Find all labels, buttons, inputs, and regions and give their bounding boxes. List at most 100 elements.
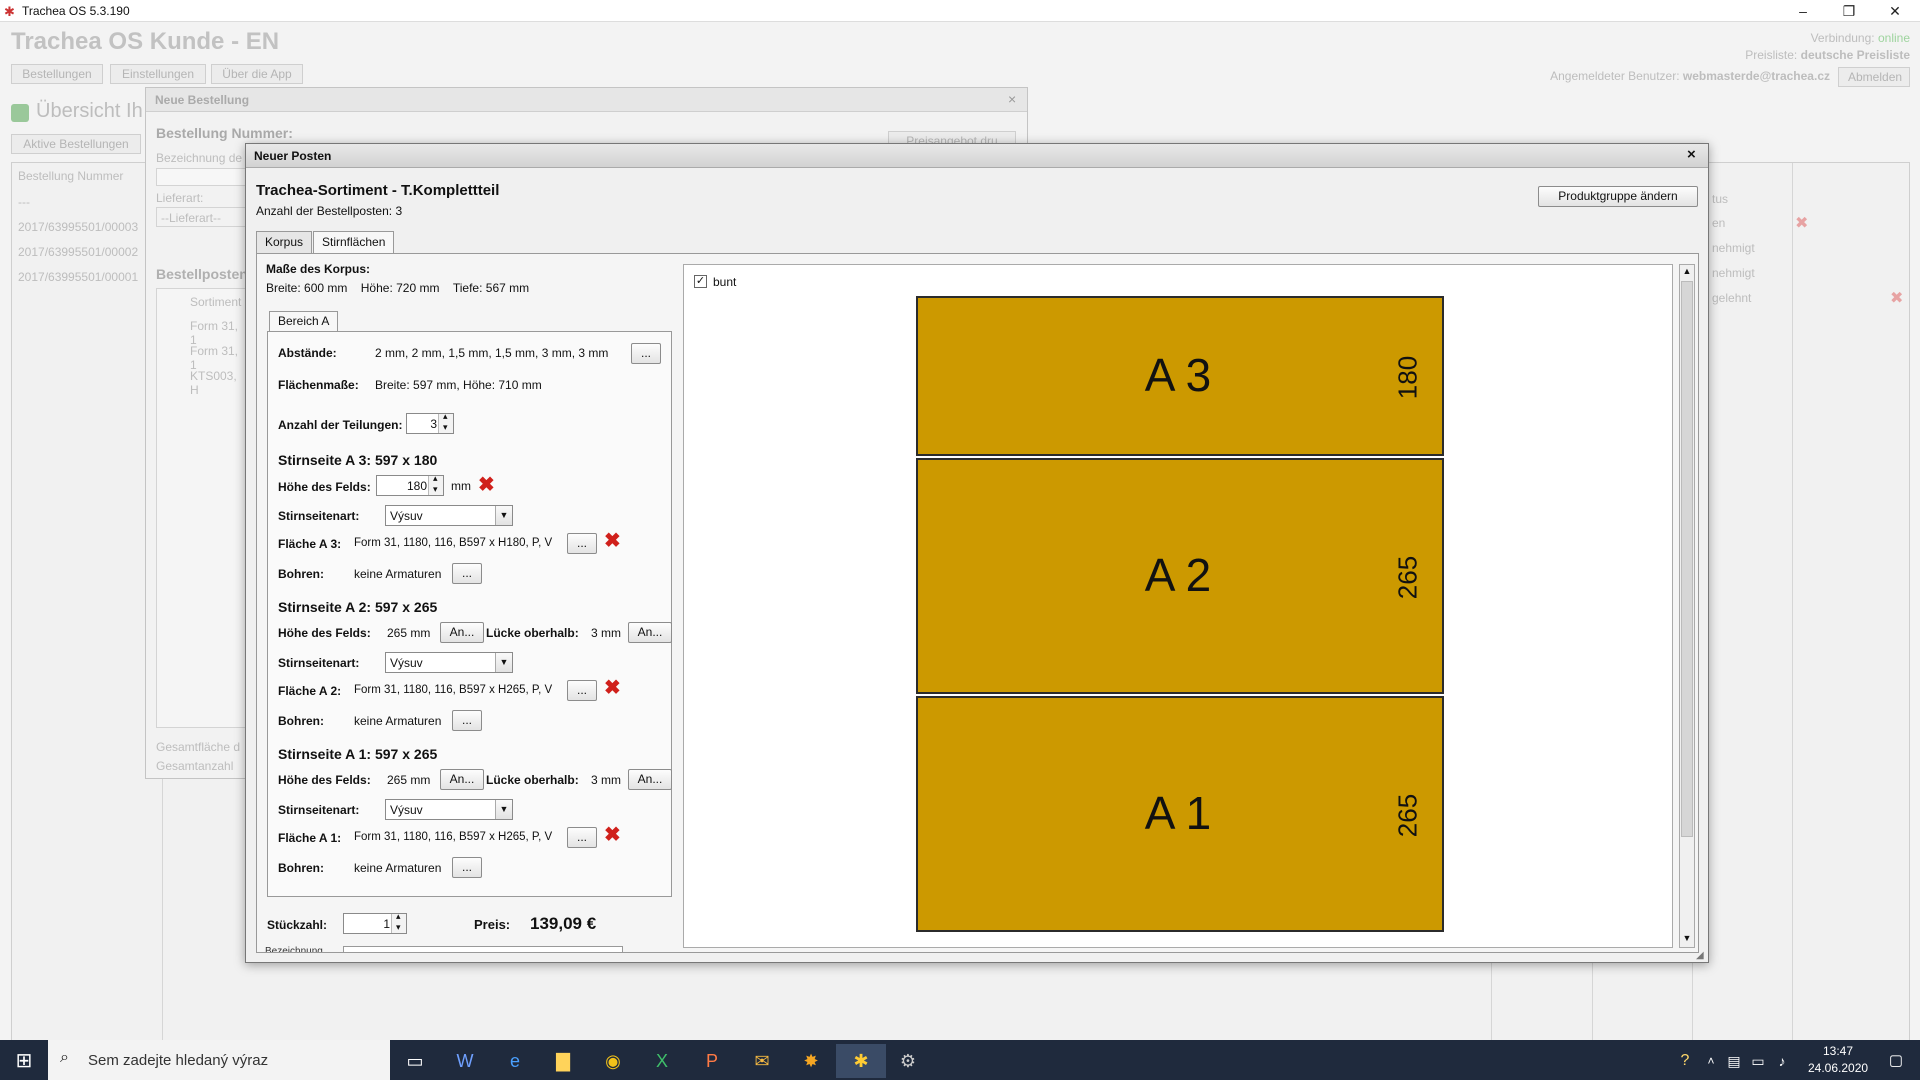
bohren-a3-edit-button[interactable]: ... (452, 563, 482, 584)
hoehe-a1-an-button[interactable]: An... (440, 769, 484, 790)
menu-einstellungen[interactable]: Einstellungen (110, 64, 206, 84)
stirnseitenart-a1-select[interactable]: Výsuv ▼ (385, 799, 513, 820)
flaeche-a3-edit-button[interactable]: ... (567, 533, 597, 554)
table-row[interactable]: Form 31, 1 (190, 319, 245, 347)
delete-icon[interactable]: ✖ (1890, 288, 1903, 308)
flaeche-a2-edit-button[interactable]: ... (567, 680, 597, 701)
remove-icon[interactable]: ✖ (604, 531, 621, 551)
remove-icon[interactable]: ✖ (478, 475, 495, 495)
clock-time[interactable]: 13:47 (1808, 1044, 1868, 1058)
chevron-down-icon[interactable]: ▼ (495, 506, 512, 525)
active-orders-button[interactable]: Aktive Bestellungen (11, 134, 141, 154)
refresh-icon[interactable] (11, 104, 29, 122)
bunt-checkbox[interactable]: ✓ (694, 275, 707, 288)
hoehe-a3-stepper[interactable]: 180 (376, 473, 444, 496)
preview-field-a2[interactable]: A 2 265 (916, 458, 1444, 694)
vertical-scrollbar[interactable]: ▲ ▼ (1679, 264, 1695, 948)
resize-grip-icon[interactable]: ◢ (1696, 950, 1704, 961)
mail-icon[interactable]: ✉ (740, 1044, 784, 1078)
tab-bereich-a[interactable]: Bereich A (269, 311, 339, 332)
bohren-a1-edit-button[interactable]: ... (452, 857, 482, 878)
explorer-icon[interactable]: ▇ (541, 1044, 585, 1078)
minimize-icon[interactable]: – (1780, 0, 1826, 22)
table-row[interactable]: 2017/63995501/00003 (18, 220, 138, 234)
table-row[interactable]: 2017/63995501/00002 (18, 245, 138, 259)
preview-panel: ✓ bunt A 3 180 A 2 265 A 1 265 (683, 264, 1673, 948)
volume-icon[interactable]: ♪ (1770, 1044, 1794, 1078)
tab-stirnflaechen[interactable]: Stirnflächen (313, 231, 395, 253)
chevron-up-icon[interactable]: ˄ (1700, 1044, 1722, 1078)
luecke-a2-an-button[interactable]: An... (628, 622, 672, 643)
window-titlebar: ✱ Trachea OS 5.3.190 – ❐ ✕ (0, 0, 1920, 22)
word-icon[interactable]: W (443, 1044, 487, 1078)
stepper-arrows-icon[interactable] (438, 411, 453, 433)
preview-field-a3[interactable]: A 3 180 (916, 296, 1444, 456)
stepper-arrows-icon[interactable] (428, 473, 443, 495)
close-icon[interactable]: × (1687, 146, 1696, 163)
scrollbar-thumb[interactable] (1681, 281, 1693, 837)
gesamtanzahl-label: Gesamtanzahl (156, 759, 234, 773)
table-row[interactable]: 2017/63995501/00001 (18, 270, 138, 284)
powerpoint-icon[interactable]: P (690, 1044, 734, 1078)
flaeche-a2-label: Fläche A 2: (278, 684, 342, 698)
stirnseitenart-a3-select[interactable]: Výsuv ▼ (385, 505, 513, 526)
logout-button[interactable]: Abmelden (1838, 67, 1910, 87)
stirnseitenart-a2-select[interactable]: Výsuv ▼ (385, 652, 513, 673)
task-view-icon[interactable]: ▭ (393, 1044, 437, 1078)
preview-field-name: A 2 (1144, 549, 1212, 601)
pricelist-status: Preisliste: deutsche Preisliste (1745, 48, 1910, 62)
bezeichnung-input[interactable] (343, 946, 623, 952)
tab-korpus[interactable]: Korpus (256, 231, 313, 253)
remove-icon[interactable]: ✖ (604, 825, 621, 845)
connection-status: Verbindung: online (1810, 31, 1910, 45)
close-window-icon[interactable]: ✕ (1872, 0, 1918, 22)
bezeichnung-input[interactable] (156, 168, 256, 186)
flaechenmasse-value: Breite: 597 mm, Höhe: 710 mm (375, 378, 542, 392)
flaeche-a2-value: Form 31, 1180, 116, B597 x H265, P, V (354, 684, 553, 696)
preview-field-a1[interactable]: A 1 265 (916, 696, 1444, 932)
tab-content: Maße des Korpus: Breite: 600 mm Höhe: 72… (256, 253, 1699, 953)
trachea-app-icon[interactable]: ✱ (836, 1044, 886, 1078)
table-row[interactable]: --- (18, 195, 30, 209)
scroll-up-icon[interactable]: ▲ (1681, 266, 1693, 280)
chrome-icon[interactable]: ◉ (591, 1044, 635, 1078)
bunt-label: bunt (713, 275, 737, 289)
screen-icon[interactable]: ▭ (1746, 1044, 1770, 1078)
network-icon[interactable]: ▤ (1722, 1044, 1746, 1078)
taskbar-search[interactable]: ⌕ Sem zadejte hledaný výraz (48, 1040, 390, 1080)
section-a1-title: Stirnseite A 1: 597 x 265 (278, 746, 438, 762)
app-star-icon[interactable]: ✸ (789, 1044, 833, 1078)
close-icon[interactable]: × (1008, 91, 1016, 107)
stueckzahl-stepper[interactable]: 1 (343, 911, 407, 934)
menu-ueber[interactable]: Über die App (211, 64, 303, 84)
app-title: Trachea OS Kunde - EN (11, 28, 280, 55)
search-placeholder: Sem zadejte hledaný výraz (88, 1052, 269, 1069)
scroll-down-icon[interactable]: ▼ (1681, 933, 1693, 947)
hoehe-a2-an-button[interactable]: An... (440, 622, 484, 643)
chevron-down-icon[interactable]: ▼ (495, 653, 512, 672)
remove-icon[interactable]: ✖ (604, 678, 621, 698)
divider (1792, 163, 1793, 1053)
delete-icon[interactable]: ✖ (1795, 213, 1808, 233)
edge-icon[interactable]: e (493, 1044, 537, 1078)
restore-icon[interactable]: ❐ (1826, 0, 1872, 22)
help-icon[interactable]: ? (1670, 1044, 1700, 1078)
table-row[interactable]: Form 31, 1 (190, 344, 245, 372)
produktgruppe-aendern-button[interactable]: Produktgruppe ändern (1538, 186, 1698, 207)
notifications-icon[interactable]: ▢ (1876, 1044, 1916, 1078)
luecke-a1-an-button[interactable]: An... (628, 769, 672, 790)
table-row[interactable]: KTS003, H (190, 369, 245, 397)
windows-start-icon[interactable]: ⊞ (2, 1044, 46, 1078)
tool-icon[interactable]: ⚙ (886, 1044, 930, 1078)
bohren-a2-edit-button[interactable]: ... (452, 710, 482, 731)
lieferart-select[interactable]: --Lieferart-- (156, 207, 246, 227)
flaeche-a1-edit-button[interactable]: ... (567, 827, 597, 848)
stepper-arrows-icon[interactable] (391, 911, 406, 933)
excel-icon[interactable]: X (640, 1044, 684, 1078)
menu-bestellungen[interactable]: Bestellungen (11, 64, 103, 84)
clock-date[interactable]: 24.06.2020 (1808, 1061, 1868, 1075)
abstaende-edit-button[interactable]: ... (631, 343, 661, 364)
teilungen-stepper[interactable]: 3 (406, 411, 454, 434)
chevron-down-icon[interactable]: ▼ (495, 800, 512, 819)
window-title: Trachea OS 5.3.190 (22, 4, 130, 18)
